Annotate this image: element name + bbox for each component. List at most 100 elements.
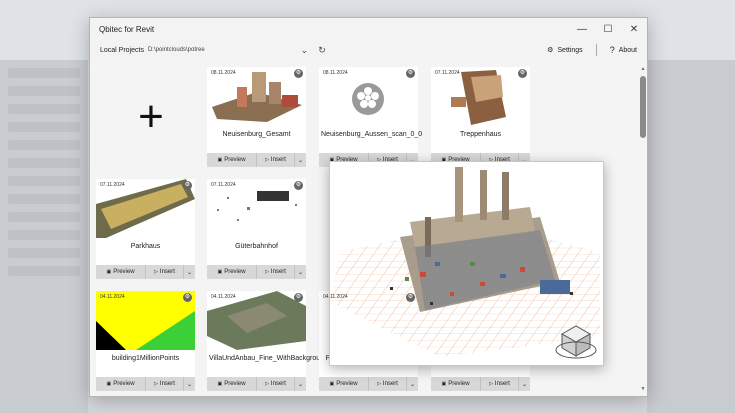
project-card[interactable]: 04.11.2024 ⚙ building1MillionPoints ▣ Pre… <box>96 291 195 391</box>
project-date: 04.11.2024 <box>323 294 348 300</box>
project-card[interactable]: 08.11.2024 ⚙ Neuisenburg_Gesamt ▣ Preview… <box>207 67 306 167</box>
project-card[interactable]: 08.11.2024 ⚙ Neuisenburg_Aussen_scan_0_0… <box>319 67 423 167</box>
refresh-icon[interactable]: ↻ <box>318 45 326 56</box>
background-right-panel <box>647 60 735 413</box>
preview-icon: ▣ <box>217 269 223 275</box>
toolbar-divider <box>595 44 597 56</box>
gear-icon[interactable]: ⚙ <box>518 69 527 78</box>
gear-icon[interactable]: ⚙ <box>294 293 303 302</box>
chevron-down-icon[interactable]: ⌄ <box>184 377 195 391</box>
insert-button[interactable]: ▷ Insert <box>257 377 295 391</box>
project-name: Neuisenburg_Gesamt <box>222 131 291 138</box>
project-date: 08.11.2024 <box>323 70 348 76</box>
project-card[interactable]: 07.11.2024 ⚙ Treppenhaus ▣ Preview ▷ Inser… <box>431 67 530 167</box>
preview-button[interactable]: ▣ Preview <box>96 265 146 279</box>
project-actions: ▣Preview ▷Insert ⌄ <box>207 153 306 167</box>
gear-icon: ⚙ <box>547 47 554 54</box>
insert-label: Insert <box>159 269 175 275</box>
scrollbar-thumb[interactable] <box>640 76 646 138</box>
gear-icon[interactable]: ⚙ <box>294 181 303 190</box>
scrollbar[interactable]: ▲ ▼ <box>639 66 647 394</box>
preview-button[interactable]: ▣ Preview <box>207 265 257 279</box>
preview-icon: ▣ <box>217 157 223 163</box>
background-sidebar <box>0 60 88 413</box>
insert-label: Insert <box>270 157 286 163</box>
preview-button[interactable]: ▣ Preview <box>207 377 257 391</box>
add-project-button[interactable]: + <box>96 67 206 167</box>
play-icon: ▷ <box>489 381 493 387</box>
location-label: Local Projects <box>100 46 144 54</box>
project-card[interactable]: 04.11.2024 ⚙ VillaUndAnbau_Fine_WithBack… <box>207 291 381 391</box>
about-label: About <box>618 46 637 54</box>
chevron-down-icon[interactable]: ⌄ <box>407 377 418 391</box>
project-actions: ▣Preview ▷Insert ⌄ <box>207 265 306 279</box>
project-name: Parkhaus <box>130 243 161 250</box>
app-window: Qbitec for Revit — ☐ ✕ Local Projects D:… <box>89 17 648 397</box>
maximize-button[interactable]: ☐ <box>595 18 621 40</box>
preview-label: Preview <box>224 269 246 275</box>
chevron-down-icon[interactable]: ⌄ <box>295 377 306 391</box>
insert-label: Insert <box>159 381 175 387</box>
preview-button[interactable]: ▣ Preview <box>431 377 481 391</box>
preview-label: Preview <box>448 381 470 387</box>
project-name: Güterbahnhof <box>235 243 278 250</box>
preview-icon: ▣ <box>441 381 447 387</box>
project-card[interactable]: 07.11.2024 ⚙ Parkhaus ▣ Preview ▷ Insert ⌄ <box>96 179 195 279</box>
scroll-up-icon[interactable]: ▲ <box>639 66 647 74</box>
preview-label: Preview <box>224 157 246 163</box>
preview-button[interactable]: ▣ Preview <box>207 153 257 167</box>
project-actions: ▣Preview ▷Insert ⌄ <box>319 377 418 391</box>
preview-button[interactable]: ▣ Preview <box>96 377 146 391</box>
insert-label: Insert <box>270 381 286 387</box>
insert-button[interactable]: ▷ Insert <box>257 265 295 279</box>
gear-icon[interactable]: ⚙ <box>183 181 192 190</box>
gear-icon[interactable]: ⚙ <box>183 293 192 302</box>
project-date: 04.11.2024 <box>211 294 236 300</box>
project-actions: ▣Preview ▷Insert ⌄ <box>96 265 195 279</box>
preview-icon: ▣ <box>329 381 335 387</box>
window-title: Qbitec for Revit <box>99 24 155 34</box>
project-name: VillaUndAnbau_Fine_WithBackground_39AN1_… <box>209 355 381 362</box>
play-icon: ▷ <box>265 269 269 275</box>
preview-label: Preview <box>113 381 135 387</box>
project-card[interactable]: 07.11.2024 ⚙ Güterbahnhof ▣ Preview ▷ Inse… <box>207 179 306 279</box>
plus-icon: + <box>138 92 164 141</box>
project-name: Treppenhaus <box>460 131 501 138</box>
insert-label: Insert <box>382 381 398 387</box>
chevron-down-icon[interactable]: ⌄ <box>184 265 195 279</box>
settings-button[interactable]: ⚙ Settings <box>547 46 583 55</box>
project-name: Neuisenburg_Aussen_scan_0_0 <box>321 131 423 138</box>
play-icon: ▷ <box>265 157 269 163</box>
preview-icon: ▣ <box>106 269 112 275</box>
insert-button[interactable]: ▷ Insert <box>369 377 407 391</box>
project-date: 04.11.2024 <box>100 294 125 300</box>
point-cloud-preview[interactable] <box>329 161 604 366</box>
project-date: 07.11.2024 <box>100 182 125 188</box>
project-name: building1MillionPoints <box>111 355 180 362</box>
preview-icon: ▣ <box>217 381 223 387</box>
point-cloud-image <box>330 162 603 365</box>
chevron-down-icon[interactable]: ⌄ <box>519 377 530 391</box>
about-button[interactable]: ? About <box>610 45 637 55</box>
gear-icon[interactable]: ⚙ <box>406 293 415 302</box>
minimize-button[interactable]: — <box>569 18 595 40</box>
gear-icon[interactable]: ⚙ <box>294 69 303 78</box>
project-actions: ▣Preview ▷Insert ⌄ <box>207 377 306 391</box>
chevron-down-icon[interactable]: ⌄ <box>301 45 309 56</box>
preview-label: Preview <box>113 269 135 275</box>
preview-label: Preview <box>224 381 246 387</box>
scroll-down-icon[interactable]: ▼ <box>639 386 647 394</box>
gear-icon[interactable]: ⚙ <box>406 69 415 78</box>
insert-button[interactable]: ▷ Insert <box>481 377 519 391</box>
insert-button[interactable]: ▷ Insert <box>146 377 184 391</box>
insert-label: Insert <box>270 269 286 275</box>
preview-button[interactable]: ▣ Preview <box>319 377 369 391</box>
chevron-down-icon[interactable]: ⌄ <box>295 153 306 167</box>
chevron-down-icon[interactable]: ⌄ <box>295 265 306 279</box>
insert-button[interactable]: ▷ Insert <box>146 265 184 279</box>
settings-label: Settings <box>557 46 583 54</box>
location-path: D:\pointclouds\potree <box>147 47 205 53</box>
insert-button[interactable]: ▷ Insert <box>257 153 295 167</box>
close-button[interactable]: ✕ <box>621 18 647 40</box>
project-actions: ▣Preview ▷Insert ⌄ <box>96 377 195 391</box>
